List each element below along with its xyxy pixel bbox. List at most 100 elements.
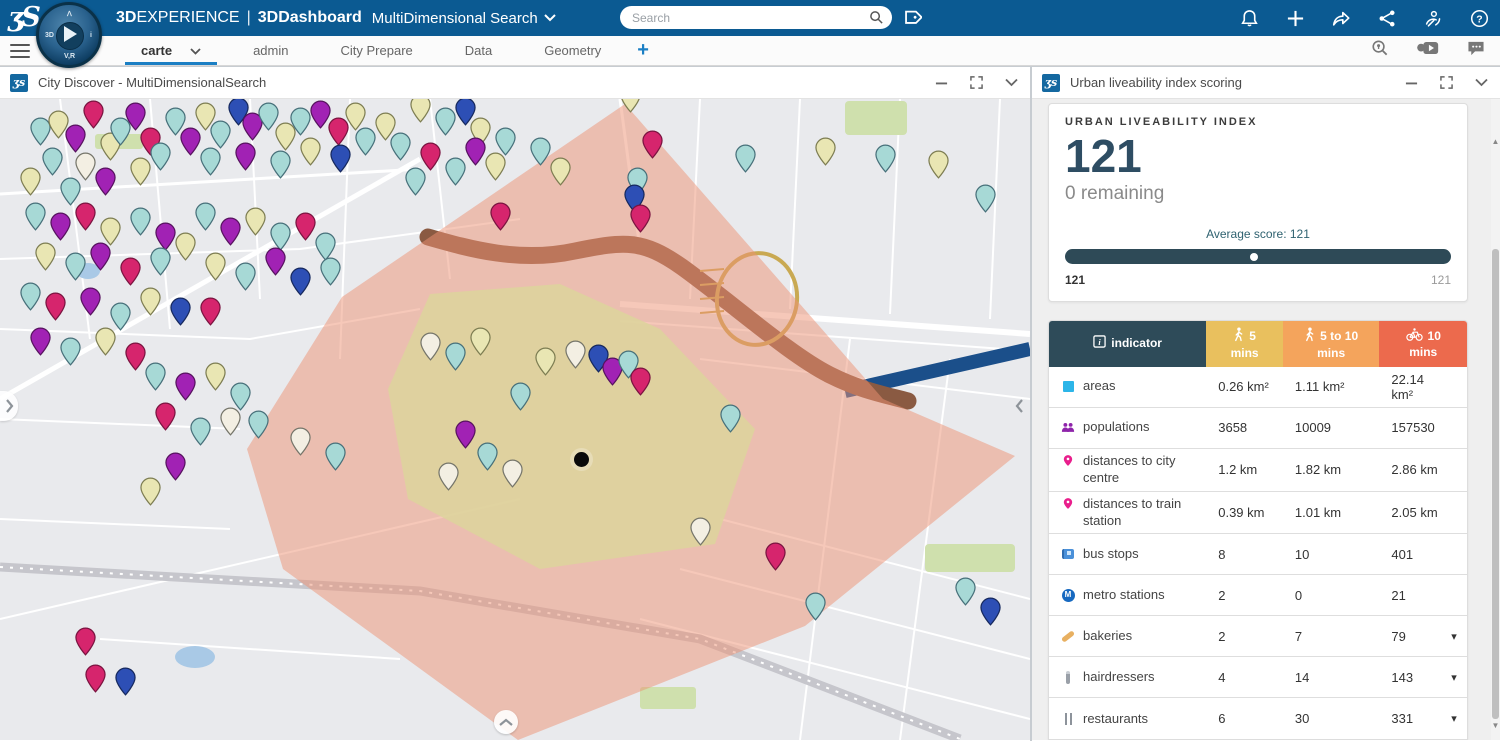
column-header-10-mins[interactable]: 10mins bbox=[1379, 321, 1467, 367]
map-pin[interactable] bbox=[42, 147, 63, 176]
tab-city-prepare[interactable]: City Prepare bbox=[315, 36, 439, 65]
scroll-down-arrow[interactable]: ▼ bbox=[1491, 721, 1500, 731]
map-pin[interactable] bbox=[140, 477, 161, 506]
search-icon[interactable] bbox=[869, 10, 884, 25]
row-expand-chevron[interactable]: ▾ bbox=[1441, 712, 1467, 725]
tab-geometry[interactable]: Geometry bbox=[518, 36, 627, 65]
minimize-icon[interactable] bbox=[1405, 76, 1418, 89]
slider-knob[interactable] bbox=[1250, 253, 1258, 261]
map-pin[interactable] bbox=[490, 202, 511, 231]
map-pin[interactable] bbox=[300, 137, 321, 166]
map-pin[interactable] bbox=[175, 372, 196, 401]
map-pin[interactable] bbox=[50, 212, 71, 241]
map-pin[interactable] bbox=[20, 167, 41, 196]
score-range-slider[interactable] bbox=[1065, 249, 1451, 264]
map-pin[interactable] bbox=[630, 204, 651, 233]
map-pin[interactable] bbox=[720, 404, 741, 433]
map-collapse-right-chevron[interactable] bbox=[1010, 391, 1028, 421]
map-pin[interactable] bbox=[140, 287, 161, 316]
map-pin[interactable] bbox=[95, 327, 116, 356]
map-pin[interactable] bbox=[205, 362, 226, 391]
tab-data[interactable]: Data bbox=[439, 36, 518, 65]
map-pin[interactable] bbox=[35, 242, 56, 271]
map-pin[interactable] bbox=[355, 127, 376, 156]
map-pin[interactable] bbox=[435, 107, 456, 136]
right-panel-scrollbar[interactable]: ▲ ▼ bbox=[1491, 99, 1500, 740]
map-pin[interactable] bbox=[115, 667, 136, 696]
map-pin[interactable] bbox=[170, 297, 191, 326]
map-pin[interactable] bbox=[190, 417, 211, 446]
map-pin[interactable] bbox=[150, 247, 171, 276]
3dexperience-compass[interactable]: ᐱ 3D i V,R bbox=[36, 2, 102, 68]
map-pin[interactable] bbox=[165, 452, 186, 481]
map-pin[interactable] bbox=[200, 297, 221, 326]
map-pin[interactable] bbox=[130, 207, 151, 236]
map-pin[interactable] bbox=[535, 347, 556, 376]
tab-label[interactable]: Data bbox=[465, 43, 492, 58]
help-icon[interactable]: ? bbox=[1468, 7, 1490, 29]
tab-chevron-down-icon[interactable] bbox=[190, 43, 201, 58]
hamburger-menu-icon[interactable] bbox=[10, 44, 30, 58]
search-bar[interactable] bbox=[620, 6, 892, 29]
map-pin[interactable] bbox=[470, 327, 491, 356]
map-pin[interactable] bbox=[410, 99, 431, 123]
map-pin[interactable] bbox=[270, 150, 291, 179]
compass-south-label[interactable]: V,R bbox=[64, 53, 75, 60]
compass-play-icon[interactable] bbox=[64, 26, 77, 42]
search-input[interactable] bbox=[632, 11, 869, 25]
map-pin[interactable] bbox=[75, 627, 96, 656]
compass-east-label[interactable]: i bbox=[90, 32, 92, 39]
map-pin[interactable] bbox=[295, 212, 316, 241]
map-pin[interactable] bbox=[875, 144, 896, 173]
map-pin[interactable] bbox=[690, 517, 711, 546]
map-pin[interactable] bbox=[438, 462, 459, 491]
compass-west-label[interactable]: 3D bbox=[45, 32, 54, 39]
map-pin[interactable] bbox=[510, 382, 531, 411]
map-pin[interactable] bbox=[180, 127, 201, 156]
map-pin[interactable] bbox=[630, 367, 651, 396]
map-pin[interactable] bbox=[175, 232, 196, 261]
map-pin[interactable] bbox=[95, 167, 116, 196]
add-plus-icon[interactable] bbox=[1284, 7, 1306, 29]
tab-label[interactable]: carte bbox=[141, 43, 172, 58]
map-pin[interactable] bbox=[330, 144, 351, 173]
map-pin[interactable] bbox=[290, 267, 311, 296]
share-arrow-icon[interactable] bbox=[1330, 7, 1352, 29]
map-pin[interactable] bbox=[325, 442, 346, 471]
map-pin[interactable] bbox=[248, 410, 269, 439]
minimize-icon[interactable] bbox=[935, 76, 948, 89]
map-pin[interactable] bbox=[320, 257, 341, 286]
map-pin[interactable] bbox=[928, 150, 949, 179]
map-pin[interactable] bbox=[815, 137, 836, 166]
map-pin[interactable] bbox=[445, 157, 466, 186]
map-pin[interactable] bbox=[220, 407, 241, 436]
notification-bell-icon[interactable] bbox=[1238, 7, 1260, 29]
map-pin[interactable] bbox=[200, 147, 221, 176]
map-pin[interactable] bbox=[465, 137, 486, 166]
map-pin[interactable] bbox=[502, 459, 523, 488]
maximize-icon[interactable] bbox=[970, 76, 983, 89]
city-map[interactable] bbox=[0, 99, 1030, 740]
map-pin[interactable] bbox=[485, 152, 506, 181]
map-pin[interactable] bbox=[455, 420, 476, 449]
scroll-up-arrow[interactable]: ▲ bbox=[1491, 137, 1500, 147]
map-pin[interactable] bbox=[980, 597, 1001, 626]
map-pin[interactable] bbox=[405, 167, 426, 196]
map-pin[interactable] bbox=[60, 337, 81, 366]
map-pin[interactable] bbox=[477, 442, 498, 471]
share-nodes-icon[interactable] bbox=[1376, 7, 1398, 29]
row-expand-chevron[interactable]: ▾ bbox=[1441, 630, 1467, 643]
collapse-chevron-icon[interactable] bbox=[1475, 78, 1488, 87]
tab-admin[interactable]: admin bbox=[227, 36, 314, 65]
map-pin[interactable] bbox=[445, 342, 466, 371]
map-pin[interactable] bbox=[235, 262, 256, 291]
map-pin[interactable] bbox=[530, 137, 551, 166]
map-pin[interactable] bbox=[125, 342, 146, 371]
map-pin[interactable] bbox=[245, 207, 266, 236]
media-play-icon[interactable] bbox=[1416, 40, 1440, 62]
map-pin[interactable] bbox=[235, 142, 256, 171]
column-header-5-to-10-mins[interactable]: 5 to 10mins bbox=[1283, 321, 1380, 367]
map-pin[interactable] bbox=[195, 202, 216, 231]
map-pin[interactable] bbox=[390, 132, 411, 161]
map-pin[interactable] bbox=[83, 100, 104, 129]
